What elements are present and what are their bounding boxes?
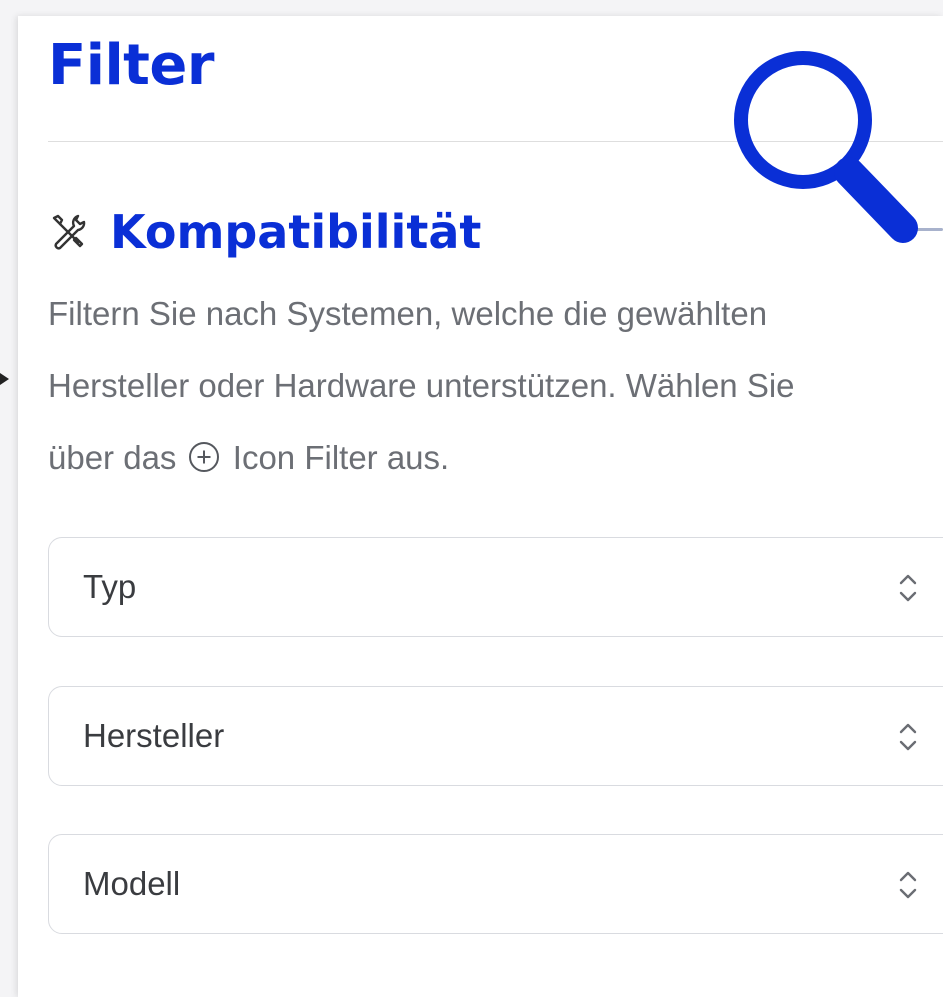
description-line-3: über das Icon Filter aus.: [48, 422, 943, 494]
panel-title: Filter: [48, 33, 215, 98]
description-text-after-icon: Icon Filter aus.: [232, 439, 450, 476]
section-header: Kompatibilität: [48, 204, 481, 260]
section-description: Filtern Sie nach Systemen, welche die ge…: [48, 278, 943, 494]
select-hersteller[interactable]: Hersteller: [48, 686, 943, 786]
panel-pointer-arrow: [0, 373, 9, 385]
description-text-before-icon: über das: [48, 439, 177, 476]
chevron-updown-icon: [895, 865, 921, 905]
section-title: Kompatibilität: [110, 205, 482, 259]
tools-icon: [48, 212, 88, 252]
filter-panel: Filter Kompatibilität Filtern Sie nach S…: [18, 16, 943, 997]
select-hersteller-label: Hersteller: [83, 717, 225, 754]
description-line-2: Hersteller oder Hardware unterstützen. W…: [48, 367, 795, 404]
search-icon: [723, 44, 923, 254]
plus-circle-icon: [188, 441, 220, 473]
select-modell-label: Modell: [83, 865, 181, 902]
chevron-updown-icon: [895, 717, 921, 757]
chevron-updown-icon: [895, 568, 921, 608]
select-typ[interactable]: Typ: [48, 537, 943, 637]
select-modell[interactable]: Modell: [48, 834, 943, 934]
select-typ-label: Typ: [83, 568, 137, 605]
description-line-1: Filtern Sie nach Systemen, welche die ge…: [48, 295, 768, 332]
